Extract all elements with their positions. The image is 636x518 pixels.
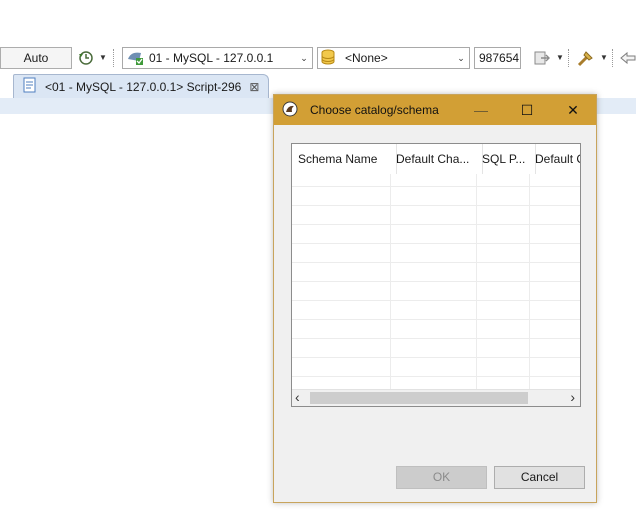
- back-icon[interactable]: [619, 49, 636, 67]
- table-row: [292, 186, 580, 187]
- column-header-default-collation[interactable]: Default C: [529, 144, 580, 174]
- sql-script-icon: [22, 77, 40, 96]
- scroll-left-icon[interactable]: ‹: [295, 390, 300, 405]
- scroll-right-icon[interactable]: ›: [570, 390, 575, 405]
- close-button[interactable]: ✕: [550, 95, 596, 125]
- table-row: [292, 205, 580, 206]
- choose-schema-dialog: Choose catalog/schema — ☐ ✕ Schema Name …: [273, 94, 597, 503]
- ok-label: OK: [432, 470, 451, 484]
- horizontal-scrollbar[interactable]: ‹ ›: [292, 389, 580, 406]
- maximize-button[interactable]: ☐: [504, 95, 550, 125]
- format-dropdown-icon[interactable]: ▼: [556, 53, 564, 62]
- history-dropdown-icon[interactable]: ▼: [99, 53, 107, 62]
- commit-mode-button[interactable]: Auto: [0, 47, 72, 69]
- table-row: [292, 243, 580, 244]
- toolbar-separator: [568, 49, 569, 67]
- table-row: [292, 224, 580, 225]
- transaction-history-icon[interactable]: [77, 48, 95, 68]
- schema-table[interactable]: Schema Name Default Cha... SQL P... Defa…: [291, 143, 581, 407]
- table-row: [292, 281, 580, 282]
- minimize-button[interactable]: —: [458, 95, 504, 125]
- table-row: [292, 319, 580, 320]
- table-row: [292, 300, 580, 301]
- datasource-icon: [123, 49, 146, 68]
- table-row: [292, 262, 580, 263]
- table-row: [292, 376, 580, 377]
- result-limit-value: 987654:: [479, 51, 520, 65]
- table-row: [292, 357, 580, 358]
- editor-tab-script[interactable]: <01 - MySQL - 127.0.0.1> Script-296 ⊠: [13, 74, 269, 98]
- column-header-default-charset[interactable]: Default Cha...: [390, 144, 483, 174]
- schema-value: <None>: [345, 51, 388, 65]
- column-header-schema-name[interactable]: Schema Name: [292, 144, 397, 174]
- dialog-title: Choose catalog/schema: [310, 103, 439, 117]
- editor-tab-label: <01 - MySQL - 127.0.0.1> Script-296: [45, 79, 242, 94]
- cancel-label: Cancel: [520, 470, 559, 484]
- chevron-down-icon: ⌄: [300, 52, 308, 63]
- ok-button[interactable]: OK: [396, 466, 487, 489]
- format-icon[interactable]: [533, 49, 551, 67]
- toolbar-separator: [612, 49, 613, 67]
- tools-icon[interactable]: [576, 48, 596, 68]
- cancel-button[interactable]: Cancel: [494, 466, 585, 489]
- database-icon: [318, 49, 341, 68]
- dialog-titlebar[interactable]: Choose catalog/schema — ☐ ✕: [274, 95, 596, 125]
- commit-mode-label: Auto: [23, 51, 49, 65]
- schema-combo[interactable]: <None> ⌄: [317, 47, 470, 69]
- table-row: [292, 338, 580, 339]
- tools-dropdown-icon[interactable]: ▼: [600, 53, 608, 62]
- column-header-sql-path[interactable]: SQL P...: [476, 144, 536, 174]
- scrollbar-thumb[interactable]: [310, 392, 528, 404]
- datasource-combo[interactable]: 01 - MySQL - 127.0.0.1 ⌄: [122, 47, 313, 69]
- close-icon[interactable]: ⊠: [241, 80, 259, 94]
- result-limit-input[interactable]: 987654:: [474, 47, 521, 69]
- app-logo-icon: [274, 101, 304, 120]
- datasource-value: 01 - MySQL - 127.0.0.1: [149, 51, 274, 65]
- toolbar-separator: [113, 49, 114, 67]
- chevron-down-icon: ⌄: [457, 52, 465, 63]
